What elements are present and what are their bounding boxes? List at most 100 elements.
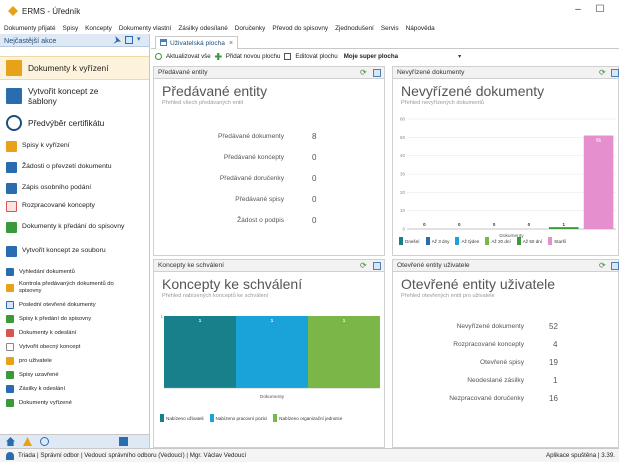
sidebar-item-vytvorit-obecny-koncept[interactable]: Vytvořit obecný koncept [0, 341, 149, 353]
refresh-icon[interactable]: ⟳ [599, 69, 607, 77]
close-icon[interactable]: × [229, 40, 233, 47]
sidebar: Nejčastější akce ▾ Dokumenty k vyřízení … [0, 34, 150, 448]
legend-item: Nabízeno pracovní pozici [209, 414, 267, 422]
dashboard-toolbar: Aktualizovat vše Přidat novou plochu Edi… [151, 50, 619, 63]
sidebar-item-vytvorit-koncept-ze-souboru[interactable]: Vytvořit koncept ze souboru [0, 240, 149, 262]
sidebar-bottom-bar [0, 434, 149, 448]
sidebar-item-pro-uzivatele[interactable]: pro uživatele [0, 355, 149, 367]
panel-settings-icon[interactable] [373, 262, 381, 270]
panel-header: Nevyřízené dokumenty ⟳ [393, 67, 619, 79]
menu-item-spisy[interactable]: Spisy [63, 25, 79, 32]
sidebar-item-spisy-k-predani[interactable]: Spisy k předání do spisovny [0, 313, 149, 325]
y-tick-label: 1 [160, 314, 163, 319]
send-icon [6, 329, 14, 337]
search-icon[interactable] [40, 437, 49, 446]
menu-item-zasilky-odesilane[interactable]: Zásilky odesílané [178, 25, 227, 32]
favorites-icon[interactable] [23, 437, 32, 446]
panel-settings-icon[interactable] [611, 69, 619, 77]
sidebar-item-label: Žádosti o převzetí dokumentu [22, 162, 112, 170]
row-label: Otevřené spisy [480, 359, 524, 366]
add-board-button[interactable]: Přidat novou plochu [226, 53, 281, 60]
sidebar-item-label: pro uživatele [19, 357, 52, 364]
sidebar-item-spisy-k-vyrizeni[interactable]: Spisy k vyřízení [0, 138, 149, 154]
row-label: Nevyřízené dokumenty [456, 323, 524, 330]
legend-item: Až 50 dní [516, 237, 543, 245]
row-label: Neodeslané zásilky [467, 377, 524, 384]
row-value: 1 [553, 376, 558, 385]
pin-icon[interactable] [113, 36, 121, 44]
status-bar: Triada | Správní odbor | Vedoucí správní… [0, 448, 619, 462]
y-tick-label: 40 [400, 153, 406, 158]
legend-label: Až týden [461, 238, 480, 244]
refresh-icon[interactable] [155, 53, 162, 60]
sidebar-item-kontrola-predavanych[interactable]: Kontrola předávaných dokumentů do spisov… [0, 279, 149, 297]
closed-icon [6, 371, 14, 379]
sidebar-item-rozpracovane-koncepty[interactable]: Rozpracované koncepty [0, 198, 149, 214]
bar [236, 316, 308, 388]
recent-icon [6, 301, 14, 309]
arrow-right-icon [6, 221, 17, 233]
home-icon[interactable] [6, 437, 15, 446]
menu-item-servis[interactable]: Servis [381, 25, 399, 32]
tab-uzivatelska-plocha[interactable]: Uživatelská plocha × [155, 36, 239, 49]
sidebar-item-vyhledani-dokumentu[interactable]: Vyhledání dokumentů [0, 266, 149, 278]
panel-settings-icon[interactable] [125, 36, 133, 44]
bar-data-label: 1 [562, 222, 565, 227]
status-app: Aplikace spuštěna | 3.39. [545, 452, 615, 459]
sidebar-item-zapis-osobniho-podani[interactable]: Zápis osobního podání [0, 180, 149, 196]
minimize-button[interactable]: – [570, 4, 586, 15]
refresh-icon[interactable]: ⟳ [599, 262, 607, 270]
refresh-icon[interactable]: ⟳ [360, 262, 368, 270]
legend-label: Až 50 dní [522, 238, 543, 244]
menu-bar: Dokumenty přijaté Spisy Koncepty Dokumen… [0, 22, 619, 34]
menu-item-prevod-do-spisovny[interactable]: Převod do spisovny [272, 25, 328, 32]
menu-item-koncepty[interactable]: Koncepty [85, 25, 112, 32]
sidebar-item-label: Dokumenty vyřízené [19, 399, 72, 406]
menu-item-dokumenty-vlastni[interactable]: Dokumenty vlastní [119, 25, 172, 32]
legend-swatch [425, 237, 430, 245]
search-doc-icon [6, 268, 14, 276]
legend-item: Až 20 dní [485, 237, 511, 245]
chart-legend: Dnešní Až 3 dny Až týden Až 20 dní Až 50 dní… [399, 237, 614, 245]
refresh-icon[interactable]: ⟳ [360, 69, 368, 77]
edit-icon[interactable] [284, 53, 292, 60]
sidebar-item-posledni-otevrene[interactable]: Poslední otevřené dokumenty [0, 299, 149, 311]
sidebar-item-zadosti-o-prevzeti[interactable]: Žádosti o převzetí dokumentu [0, 156, 149, 178]
menu-item-dorucenky[interactable]: Doručenky [235, 25, 266, 32]
sidebar-item-dokumenty-k-predani[interactable]: Dokumenty k předání do spisovny [0, 216, 149, 238]
sidebar-item-predvyber-certifikatu[interactable]: Předvýběr certifikátu [0, 112, 149, 134]
menu-item-dokumenty-prijate[interactable]: Dokumenty přijaté [4, 25, 56, 32]
sidebar-item-dokumenty-vyrizene[interactable]: Dokumenty vyřízené [0, 397, 149, 409]
user-icon [6, 451, 14, 460]
chart-legend: Nabízeno uživateli Nabízeno pracovní pozi… [160, 414, 380, 422]
panel-otevrene-entity-uzivatele: Otevřené entity uživatele ⟳ Otevřené ent… [392, 259, 619, 448]
panel-header-label: Předávané entity [158, 69, 208, 76]
y-tick-label: 50 [400, 135, 406, 140]
panel-title: Koncepty ke schválení [162, 276, 303, 292]
chart-koncepty-ke-schvaleni: 11 1 1Dokumenty [160, 314, 380, 400]
sidebar-item-vytvorit-koncept-ze-sablony[interactable]: Vytvořit koncept ze šablony [0, 82, 149, 110]
chevron-down-icon[interactable]: ▾ [137, 36, 145, 44]
menu-item-zjednoduseni[interactable]: Zjednodušení [335, 25, 374, 32]
new-doc-icon [6, 343, 14, 351]
panel-settings-icon[interactable] [611, 262, 619, 270]
sidebar-item-dokumenty-k-odeslani[interactable]: Dokumenty k odeslání [0, 327, 149, 339]
add-icon[interactable] [214, 53, 222, 60]
legend-label: Starší [554, 238, 567, 244]
sidebar-menu-icon[interactable] [119, 437, 128, 446]
sidebar-item-zasilky-k-odeslani[interactable]: Zásilky k odeslání [0, 383, 149, 395]
panel-header: Předávané entity ⟳ [154, 67, 384, 79]
edit-board-button[interactable]: Editovat plochu [295, 53, 337, 60]
row-value: 52 [549, 322, 558, 331]
sidebar-item-spisy-uzavrene[interactable]: Spisy uzavřené [0, 369, 149, 381]
refresh-all-button[interactable]: Aktualizovat vše [166, 53, 211, 60]
legend-item: Až týden [455, 237, 479, 245]
panel-settings-icon[interactable] [373, 69, 381, 77]
board-select[interactable]: Moje super plocha ▾ [344, 53, 461, 60]
sidebar-item-dokumenty-k-vyrizeni[interactable]: Dokumenty k vyřízení [0, 56, 149, 80]
menu-item-napoveda[interactable]: Nápověda [406, 25, 435, 32]
x-axis-label: Dokumenty [260, 394, 285, 400]
panel-predavane-entity: Předávané entity ⟳ Předávané entity Přeh… [153, 66, 385, 256]
sidebar-item-label: Poslední otevřené dokumenty [19, 301, 96, 308]
maximize-button[interactable]: ☐ [592, 4, 608, 15]
